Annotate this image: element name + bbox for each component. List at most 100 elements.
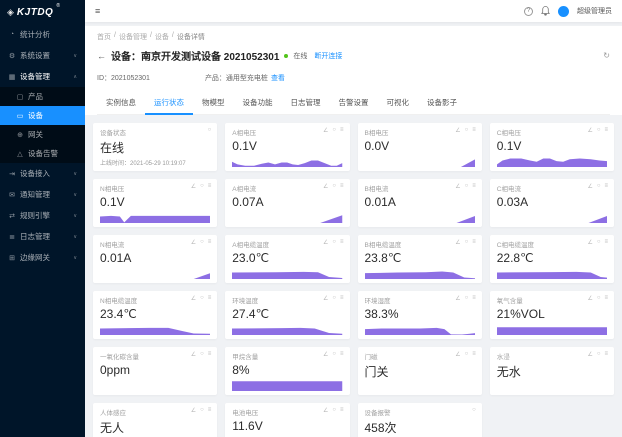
more-icon[interactable]: ≡: [340, 127, 344, 134]
edit-icon[interactable]: ∠: [587, 351, 592, 358]
more-icon[interactable]: ≡: [208, 295, 212, 302]
refresh-icon[interactable]: ○: [465, 351, 469, 358]
refresh-icon[interactable]: ○: [200, 183, 204, 190]
refresh-icon[interactable]: ○: [332, 295, 336, 302]
edit-icon[interactable]: ∠: [587, 239, 592, 246]
more-icon[interactable]: ≡: [208, 239, 212, 246]
edit-icon[interactable]: ∠: [587, 295, 592, 302]
sidebar-item-rule-engine[interactable]: ⇄规则引擎∨: [0, 205, 85, 226]
sidebar-item-device-manage[interactable]: ▦设备管理∧: [0, 66, 85, 87]
more-icon[interactable]: ≡: [472, 351, 476, 358]
sidebar-item-gateway[interactable]: ⊕网关: [0, 125, 85, 144]
refresh-icon[interactable]: ○: [597, 239, 601, 246]
edit-icon[interactable]: ∠: [191, 183, 196, 190]
tab-instance-info[interactable]: 实例信息: [97, 92, 145, 114]
refresh-icon[interactable]: ○: [200, 351, 204, 358]
refresh-icon[interactable]: ○: [597, 127, 601, 134]
edit-icon[interactable]: ∠: [455, 183, 460, 190]
refresh-icon[interactable]: ○: [332, 183, 336, 190]
more-icon[interactable]: ≡: [208, 407, 212, 414]
more-icon[interactable]: ≡: [472, 183, 476, 190]
more-icon[interactable]: ≡: [604, 127, 608, 134]
edit-icon[interactable]: ∠: [323, 351, 328, 358]
back-icon[interactable]: ←: [97, 51, 106, 61]
sidebar-item-notify-manage[interactable]: ✉通知管理∨: [0, 184, 85, 205]
tab-visualization[interactable]: 可视化: [378, 92, 419, 114]
more-icon[interactable]: ≡: [472, 127, 476, 134]
sidebar-item-device[interactable]: ▭设备: [0, 106, 85, 125]
edit-icon[interactable]: ∠: [587, 127, 592, 134]
tab-device-shadow[interactable]: 设备影子: [418, 92, 466, 114]
tab-device-function[interactable]: 设备功能: [234, 92, 282, 114]
chevron-down-icon: ∨: [73, 213, 77, 219]
user-avatar[interactable]: [558, 6, 569, 17]
refresh-icon[interactable]: ○: [332, 239, 336, 246]
refresh-icon[interactable]: ○: [332, 407, 336, 414]
breadcrumb-item[interactable]: 首页: [97, 32, 111, 42]
edit-icon[interactable]: ∠: [191, 407, 196, 414]
edit-icon[interactable]: ∠: [191, 295, 196, 302]
refresh-icon[interactable]: ○: [597, 351, 601, 358]
help-icon[interactable]: ?: [524, 7, 533, 16]
refresh-icon[interactable]: ○: [465, 183, 469, 190]
refresh-icon[interactable]: ○: [332, 351, 336, 358]
refresh-icon[interactable]: ○: [472, 407, 476, 413]
tab-run-status[interactable]: 运行状态: [145, 92, 193, 115]
edit-icon[interactable]: ∠: [455, 351, 460, 358]
refresh-icon[interactable]: ○: [200, 295, 204, 302]
edit-icon[interactable]: ∠: [191, 239, 196, 246]
product-view-link[interactable]: 查看: [271, 75, 285, 82]
edit-icon[interactable]: ∠: [323, 295, 328, 302]
sidebar-item-edge-gateway[interactable]: ⊞边缘网关∨: [0, 247, 85, 268]
more-icon[interactable]: ≡: [604, 183, 608, 190]
more-icon[interactable]: ≡: [340, 295, 344, 302]
more-icon[interactable]: ≡: [472, 239, 476, 246]
more-icon[interactable]: ≡: [208, 183, 212, 190]
edit-icon[interactable]: ∠: [323, 183, 328, 190]
notification-bell-icon[interactable]: [541, 6, 550, 16]
more-icon[interactable]: ≡: [604, 239, 608, 246]
refresh-icon[interactable]: ○: [200, 407, 204, 414]
sidebar-item-product[interactable]: ▢产品: [0, 87, 85, 106]
edit-icon[interactable]: ∠: [587, 183, 592, 190]
refresh-icon[interactable]: ○: [465, 127, 469, 134]
tab-thing-model[interactable]: 物模型: [193, 92, 234, 114]
breadcrumb-item[interactable]: 设备: [155, 32, 169, 42]
edit-icon[interactable]: ∠: [323, 127, 328, 134]
breadcrumb-item[interactable]: 设备管理: [119, 32, 147, 42]
refresh-icon[interactable]: ○: [465, 295, 469, 302]
sidebar-item-device-access[interactable]: ⇥设备接入∨: [0, 163, 85, 184]
menu-collapse-icon[interactable]: ≡: [95, 6, 100, 16]
more-icon[interactable]: ≡: [340, 239, 344, 246]
refresh-icon[interactable]: ○: [465, 239, 469, 246]
edit-icon[interactable]: ∠: [455, 295, 460, 302]
tab-alarm-settings[interactable]: 告警设置: [330, 92, 378, 114]
sidebar-item-device-alarm[interactable]: △设备告警: [0, 144, 85, 163]
tab-log-manage[interactable]: 日志管理: [282, 92, 330, 114]
edit-icon[interactable]: ∠: [455, 127, 460, 134]
card-actions: ○: [472, 407, 476, 413]
metric-card: 门磁∠○≡门关: [358, 347, 482, 395]
more-icon[interactable]: ≡: [604, 351, 608, 358]
refresh-icon[interactable]: ↻: [603, 51, 610, 60]
sidebar-item-system-settings[interactable]: ⚙系统设置∨: [0, 45, 85, 66]
edit-icon[interactable]: ∠: [191, 351, 196, 358]
refresh-icon[interactable]: ○: [200, 239, 204, 246]
refresh-icon[interactable]: ○: [208, 127, 212, 133]
more-icon[interactable]: ≡: [472, 295, 476, 302]
more-icon[interactable]: ≡: [340, 351, 344, 358]
more-icon[interactable]: ≡: [604, 295, 608, 302]
disconnect-link[interactable]: 断开连接: [314, 51, 342, 61]
more-icon[interactable]: ≡: [340, 183, 344, 190]
more-icon[interactable]: ≡: [208, 351, 212, 358]
edit-icon[interactable]: ∠: [323, 239, 328, 246]
sidebar-item-log-manage[interactable]: ≣日志管理∨: [0, 226, 85, 247]
card-actions: ∠ ○ ≡: [323, 239, 344, 246]
refresh-icon[interactable]: ○: [597, 295, 601, 302]
more-icon[interactable]: ≡: [340, 407, 344, 414]
sidebar-item-stats[interactable]: ◔统计分析: [0, 24, 85, 45]
refresh-icon[interactable]: ○: [332, 127, 336, 134]
edit-icon[interactable]: ∠: [455, 239, 460, 246]
edit-icon[interactable]: ∠: [323, 407, 328, 414]
refresh-icon[interactable]: ○: [597, 183, 601, 190]
